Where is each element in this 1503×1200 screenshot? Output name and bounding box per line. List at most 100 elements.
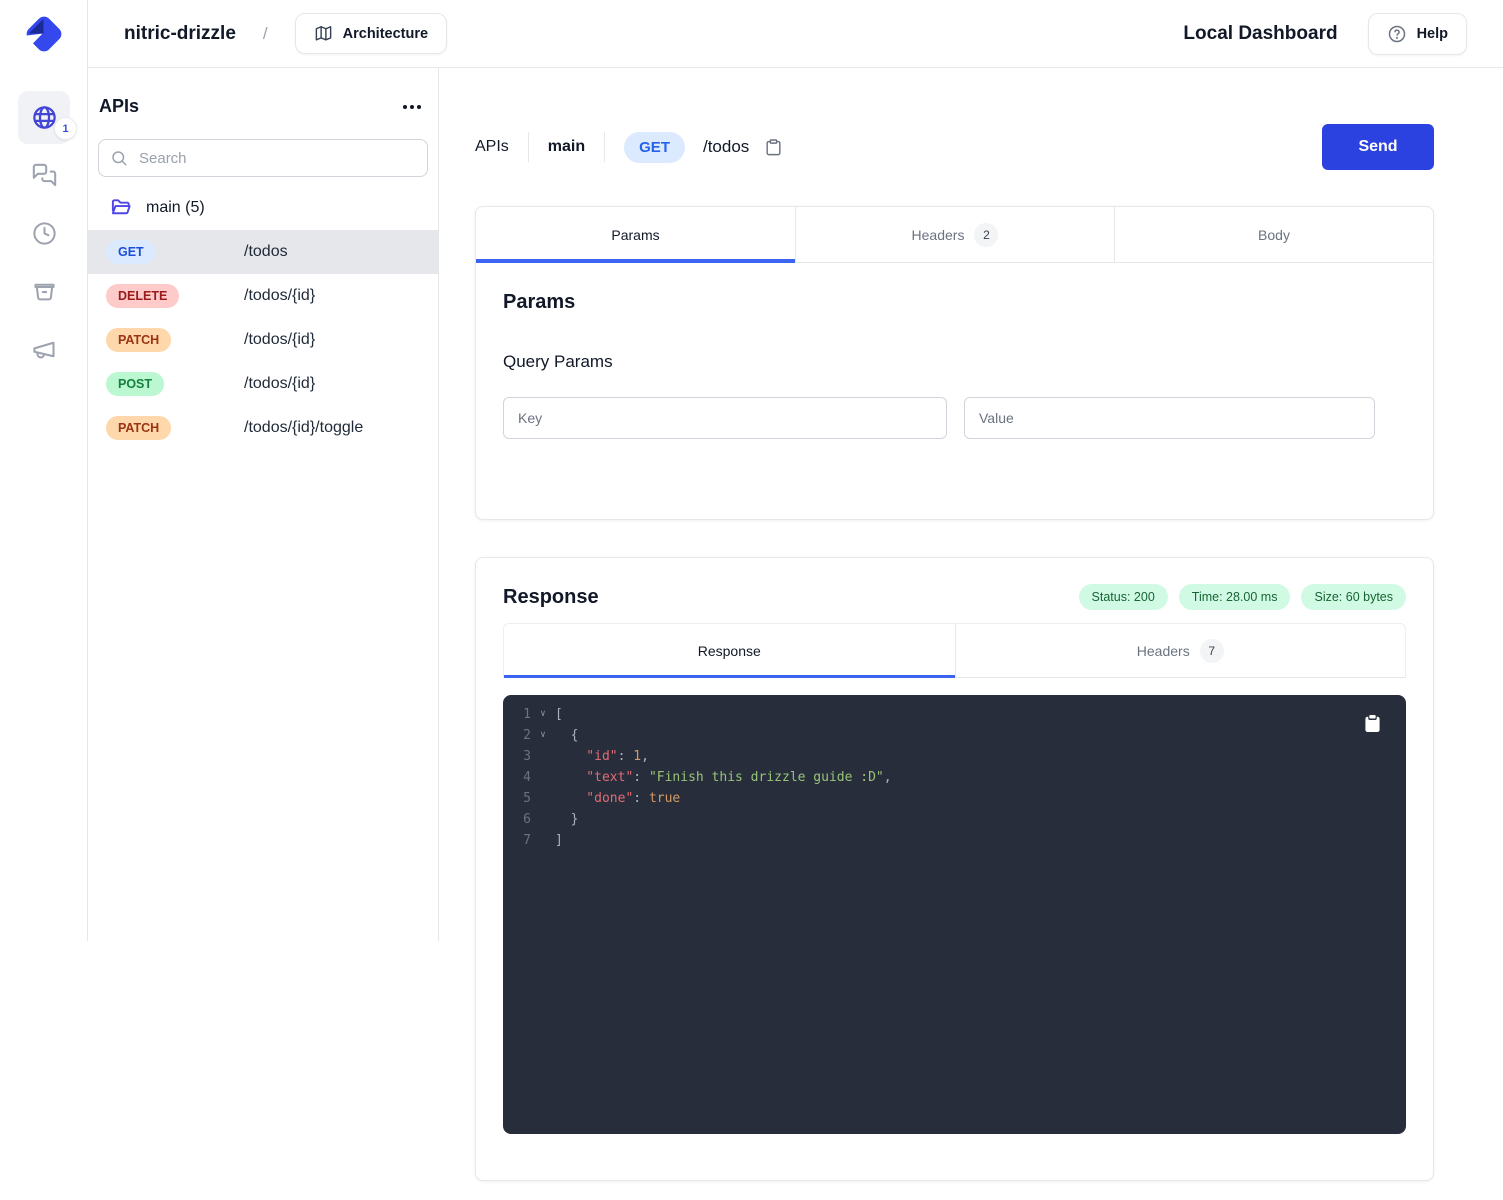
response-editor[interactable]: 1 ∨ [ 2 ∨ { 3: [503, 695, 1406, 1134]
endpoint-path: /todos: [244, 243, 288, 261]
response-badges: Status: 200 Time: 28.00 ms Size: 60 byte…: [1079, 584, 1406, 610]
rail-item-storage[interactable]: [18, 265, 70, 318]
code-line: 5 "done": true: [503, 788, 1406, 809]
code-token: {: [555, 725, 578, 746]
rail-item-apis[interactable]: 1: [18, 91, 70, 144]
code-token: :: [633, 767, 649, 788]
code-token: }: [555, 809, 578, 830]
code-line: 6 }: [503, 809, 1406, 830]
code-token: ]: [555, 830, 563, 851]
code-token: ,: [641, 746, 649, 767]
rail-item-schedules[interactable]: [18, 207, 70, 260]
help-button[interactable]: Help: [1368, 13, 1467, 55]
endpoint-row[interactable]: DELETE /todos/{id}: [88, 274, 439, 318]
tab-label: Body: [1258, 227, 1290, 243]
param-value-input[interactable]: [964, 397, 1375, 439]
time-badge: Time: 28.00 ms: [1179, 584, 1291, 610]
status-badge: Status: 200: [1079, 584, 1168, 610]
code-line: 2 ∨ {: [503, 725, 1406, 746]
code-token: ,: [884, 767, 892, 788]
line-number: 3: [503, 746, 531, 767]
search-icon: [110, 149, 128, 167]
search-input[interactable]: [137, 149, 416, 168]
tab-params[interactable]: Params: [476, 207, 795, 262]
code-token: "id": [555, 746, 618, 767]
endpoint-path: /todos/{id}: [244, 375, 315, 393]
folder-open-icon: [110, 196, 133, 219]
code-token: [: [555, 704, 563, 725]
architecture-button[interactable]: Architecture: [295, 13, 447, 54]
send-button[interactable]: Send: [1322, 124, 1434, 170]
code-line: 4 "text": "Finish this drizzle guide :D"…: [503, 767, 1406, 788]
fold-chevron-icon[interactable]: ∨: [531, 704, 555, 725]
method-pill: PATCH: [106, 328, 171, 352]
code-token: true: [649, 788, 680, 809]
response-headers-count-badge: 7: [1200, 639, 1224, 663]
endpoint-row[interactable]: PATCH /todos/{id}/toggle: [88, 406, 439, 450]
breadcrumb-divider: [528, 132, 529, 162]
search-box: [98, 139, 428, 177]
headers-count-badge: 2: [974, 223, 998, 247]
sidebar-title: APIs: [99, 96, 139, 117]
tab-response-headers[interactable]: Headers 7: [955, 624, 1406, 677]
app-window: 1: [0, 0, 1503, 1200]
map-icon: [314, 24, 333, 43]
params-title: Params: [503, 291, 1406, 314]
rail-item-topics[interactable]: [18, 323, 70, 376]
line-number: 1: [503, 704, 531, 725]
response-title: Response: [503, 586, 599, 609]
method-pill: GET: [106, 240, 156, 264]
tab-headers[interactable]: Headers 2: [795, 207, 1114, 262]
endpoint-row[interactable]: PATCH /todos/{id}: [88, 318, 439, 362]
line-number: 4: [503, 767, 531, 788]
chat-bubbles-icon: [31, 162, 58, 189]
tab-label: Response: [698, 643, 761, 659]
ellipsis-icon: [402, 104, 422, 110]
megaphone-icon: [31, 336, 58, 363]
api-folder-main[interactable]: main (5): [98, 196, 428, 219]
architecture-label: Architecture: [343, 26, 428, 42]
main-content: APIs main GET /todos Send: [439, 68, 1503, 1200]
line-number: 5: [503, 788, 531, 809]
page-title: Local Dashboard: [1183, 23, 1337, 45]
fold-spacer: [531, 767, 555, 788]
fold-spacer: [531, 809, 555, 830]
rail-item-websockets[interactable]: [18, 149, 70, 202]
help-circle-icon: [1387, 24, 1407, 44]
response-tabs: Response Headers 7: [503, 623, 1406, 678]
method-pill: PATCH: [106, 416, 171, 440]
tab-response[interactable]: Response: [504, 624, 955, 677]
line-number: 7: [503, 830, 531, 851]
rail-nav: 1: [18, 91, 70, 376]
tab-label: Headers: [1137, 643, 1190, 659]
breadcrumb-separator: /: [263, 24, 268, 44]
query-params-subtitle: Query Params: [503, 352, 1406, 372]
endpoint-row[interactable]: GET /todos: [88, 230, 439, 274]
clipboard-icon: [764, 138, 783, 157]
help-label: Help: [1417, 26, 1448, 42]
response-card: Response Status: 200 Time: 28.00 ms Size…: [475, 557, 1434, 1181]
sidebar-menu-button[interactable]: [396, 98, 428, 116]
apis-count-badge: 1: [54, 117, 77, 140]
nitric-logo-icon[interactable]: [21, 11, 67, 57]
endpoint-path: /todos/{id}: [244, 287, 315, 305]
tab-label: Headers: [912, 227, 965, 243]
endpoint-row[interactable]: POST /todos/{id}: [88, 362, 439, 406]
method-pill: GET: [624, 132, 685, 163]
fold-chevron-icon[interactable]: ∨: [531, 725, 555, 746]
response-body-code: 1 ∨ [ 2 ∨ { 3: [503, 704, 1406, 851]
breadcrumb: APIs main GET /todos: [475, 132, 785, 163]
param-key-input[interactable]: [503, 397, 947, 439]
breadcrumb-divider: [604, 132, 605, 162]
copy-response-button[interactable]: [1362, 712, 1383, 735]
fold-spacer: [531, 746, 555, 767]
fold-spacer: [531, 788, 555, 809]
line-number: 2: [503, 725, 531, 746]
line-number: 6: [503, 809, 531, 830]
tab-body[interactable]: Body: [1114, 207, 1433, 262]
top-bar: nitric-drizzle / Architecture Local Dash…: [88, 0, 1503, 68]
size-badge: Size: 60 bytes: [1301, 584, 1406, 610]
copy-path-button[interactable]: [762, 136, 785, 159]
endpoint-path: /todos/{id}: [244, 331, 315, 349]
code-line: 1 ∨ [: [503, 704, 1406, 725]
